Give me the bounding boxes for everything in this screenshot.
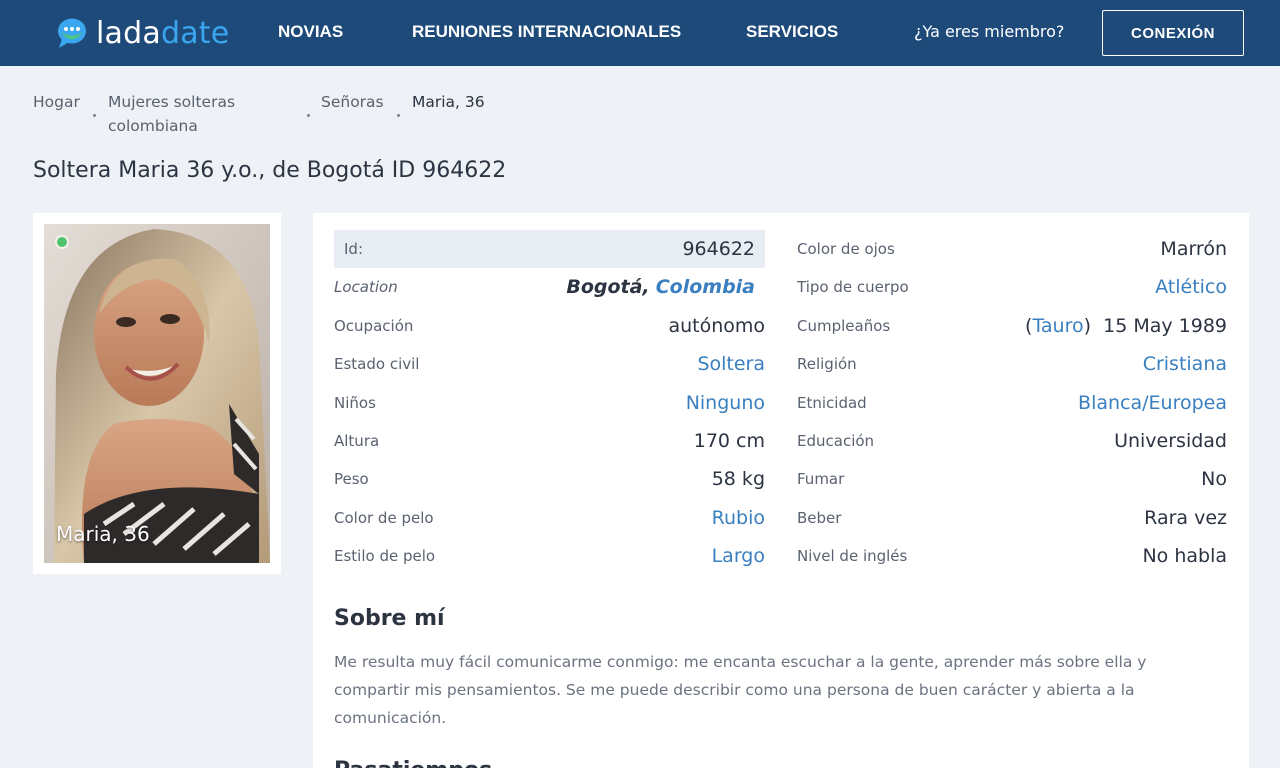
detail-id: Id: 964622 (334, 230, 765, 268)
detail-value-link[interactable]: Largo (712, 545, 765, 567)
location-value: Bogotá, Colombia (566, 276, 755, 298)
detail-value-link[interactable]: Rubio (712, 507, 765, 529)
breadcrumb-separator (93, 114, 96, 117)
detail-label: Peso (334, 470, 369, 488)
detail-label: Fumar (797, 470, 845, 488)
detail-ethnicity: Etnicidad Blanca/Europea (797, 384, 1227, 422)
birth-date: 15 May 1989 (1103, 315, 1227, 337)
hobbies-heading: Pasatiempos (334, 758, 492, 768)
detail-value: 58 kg (711, 468, 765, 490)
detail-height: Altura 170 cm (334, 422, 765, 460)
detail-label: Etnicidad (797, 394, 867, 412)
login-button[interactable]: CONEXIÓN (1102, 10, 1244, 56)
breadcrumb-separator (307, 114, 310, 117)
detail-label: Altura (334, 432, 380, 450)
detail-label: Cumpleaños (797, 317, 891, 335)
detail-weight: Peso 58 kg (334, 460, 765, 498)
location-country-link[interactable]: Colombia (656, 276, 755, 298)
detail-label: Tipo de cuerpo (797, 278, 909, 296)
detail-location: Location Bogotá, Colombia (334, 268, 755, 306)
detail-smoking: Fumar No (797, 460, 1227, 498)
detail-label: Religión (797, 355, 857, 373)
nav-reuniones-internacionales[interactable]: REUNIONES INTERNACIONALES (412, 22, 681, 42)
detail-eye-color: Color de ojos Marrón (797, 230, 1227, 268)
profile-photo[interactable] (44, 224, 270, 563)
breadcrumb-colombian-singles[interactable]: Mujeres solteras colombiana (108, 90, 288, 138)
breadcrumb-home[interactable]: Hogar (33, 90, 80, 114)
detail-value-link[interactable]: Blanca/Europea (1078, 392, 1227, 414)
detail-hair-color: Color de pelo Rubio (334, 499, 765, 537)
profile-photo-card[interactable] (33, 213, 281, 574)
detail-value-link[interactable]: Ninguno (686, 392, 765, 414)
detail-label: Estado civil (334, 355, 420, 373)
detail-value-link[interactable]: Atlético (1155, 276, 1227, 298)
detail-value-link[interactable]: Soltera (697, 353, 765, 375)
detail-value-link[interactable]: Cristiana (1143, 353, 1227, 375)
detail-marital-status: Estado civil Soltera (334, 345, 765, 383)
detail-label: Location (334, 278, 398, 296)
detail-body-type: Tipo de cuerpo Atlético (797, 268, 1227, 306)
detail-value: Universidad (1114, 430, 1227, 452)
nav-novias[interactable]: NOVIAS (278, 22, 343, 42)
detail-label: Educación (797, 432, 875, 450)
detail-occupation: Ocupación autónomo (334, 307, 765, 345)
breadcrumb-separator (397, 114, 400, 117)
detail-value: 964622 (682, 238, 755, 260)
detail-value: No habla (1142, 545, 1227, 567)
birthday-value: (Tauro) 15 May 1989 (1025, 315, 1227, 337)
detail-children: Niños Ninguno (334, 384, 765, 422)
photo-caption: Maria, 36 (56, 522, 150, 546)
member-prompt: ¿Ya eres miembro? (914, 22, 1065, 41)
top-navigation-bar: ladadate NOVIAS REUNIONES INTERNACIONALE… (0, 0, 1280, 66)
detail-english-level: Nivel de inglés No habla (797, 537, 1227, 575)
breadcrumb-ladies[interactable]: Señoras (321, 90, 384, 114)
detail-hair-style: Estilo de pelo Largo (334, 537, 765, 575)
detail-religion: Religión Cristiana (797, 345, 1227, 383)
detail-label: Nivel de inglés (797, 547, 908, 565)
detail-value: No (1201, 468, 1227, 490)
site-logo[interactable]: ladadate (56, 14, 229, 52)
detail-birthday: Cumpleaños (Tauro) 15 May 1989 (797, 307, 1227, 345)
detail-value: Marrón (1160, 238, 1227, 260)
about-me-heading: Sobre mí (334, 606, 445, 631)
detail-value: 170 cm (693, 430, 765, 452)
detail-label: Color de pelo (334, 509, 434, 527)
detail-value: Rara vez (1144, 507, 1227, 529)
about-me-text: Me resulta muy fácil comunicarme conmigo… (334, 653, 1147, 727)
detail-label: Estilo de pelo (334, 547, 436, 565)
detail-drinking: Beber Rara vez (797, 499, 1227, 537)
online-status-indicator (57, 237, 67, 247)
breadcrumb-current: Maria, 36 (412, 93, 485, 111)
zodiac-link[interactable]: Tauro (1032, 315, 1083, 337)
chat-bubble-icon (56, 17, 88, 49)
detail-label: Beber (797, 509, 842, 527)
page-title: Soltera Maria 36 y.o., de Bogotá ID 9646… (33, 158, 507, 183)
detail-label: Ocupación (334, 317, 414, 335)
detail-label: Color de ojos (797, 240, 895, 258)
detail-label: Niños (334, 394, 376, 412)
detail-value: autónomo (668, 315, 765, 337)
logo-wordmark: ladadate (96, 15, 230, 51)
nav-servicios[interactable]: SERVICIOS (746, 22, 838, 42)
location-city: Bogotá, (566, 276, 650, 298)
detail-education: Educación Universidad (797, 422, 1227, 460)
detail-label: Id: (344, 240, 363, 258)
